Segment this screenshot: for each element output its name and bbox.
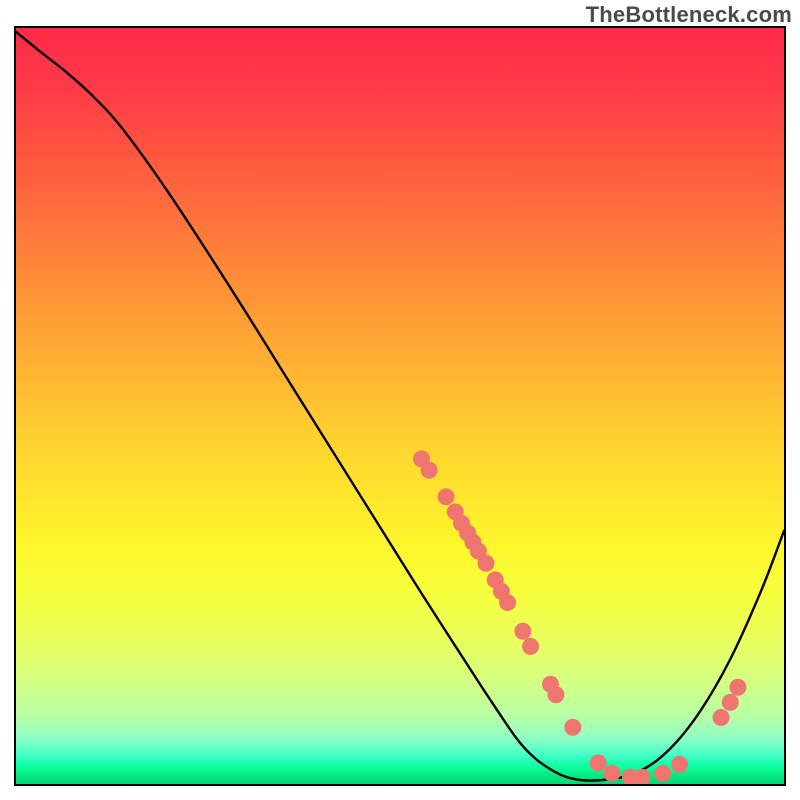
data-point-marker (564, 719, 581, 736)
watermark-text: TheBottleneck.com (586, 2, 792, 28)
plot-area (14, 26, 786, 786)
data-point-marker (729, 679, 746, 696)
data-point-marker (421, 462, 438, 479)
data-point-marker (522, 638, 539, 655)
data-point-marker (654, 765, 671, 782)
data-point-marker (514, 623, 531, 640)
data-point-marker (603, 765, 620, 782)
data-point-marker (547, 686, 564, 703)
data-point-marker (722, 694, 739, 711)
data-point-marker (590, 754, 607, 771)
data-point-marker (499, 594, 516, 611)
bottleneck-curve (16, 28, 784, 784)
data-point-marker (438, 488, 455, 505)
data-point-marker (478, 555, 495, 572)
data-point-marker (671, 756, 688, 773)
data-point-marker (713, 709, 730, 726)
chart-container: TheBottleneck.com (0, 0, 800, 800)
